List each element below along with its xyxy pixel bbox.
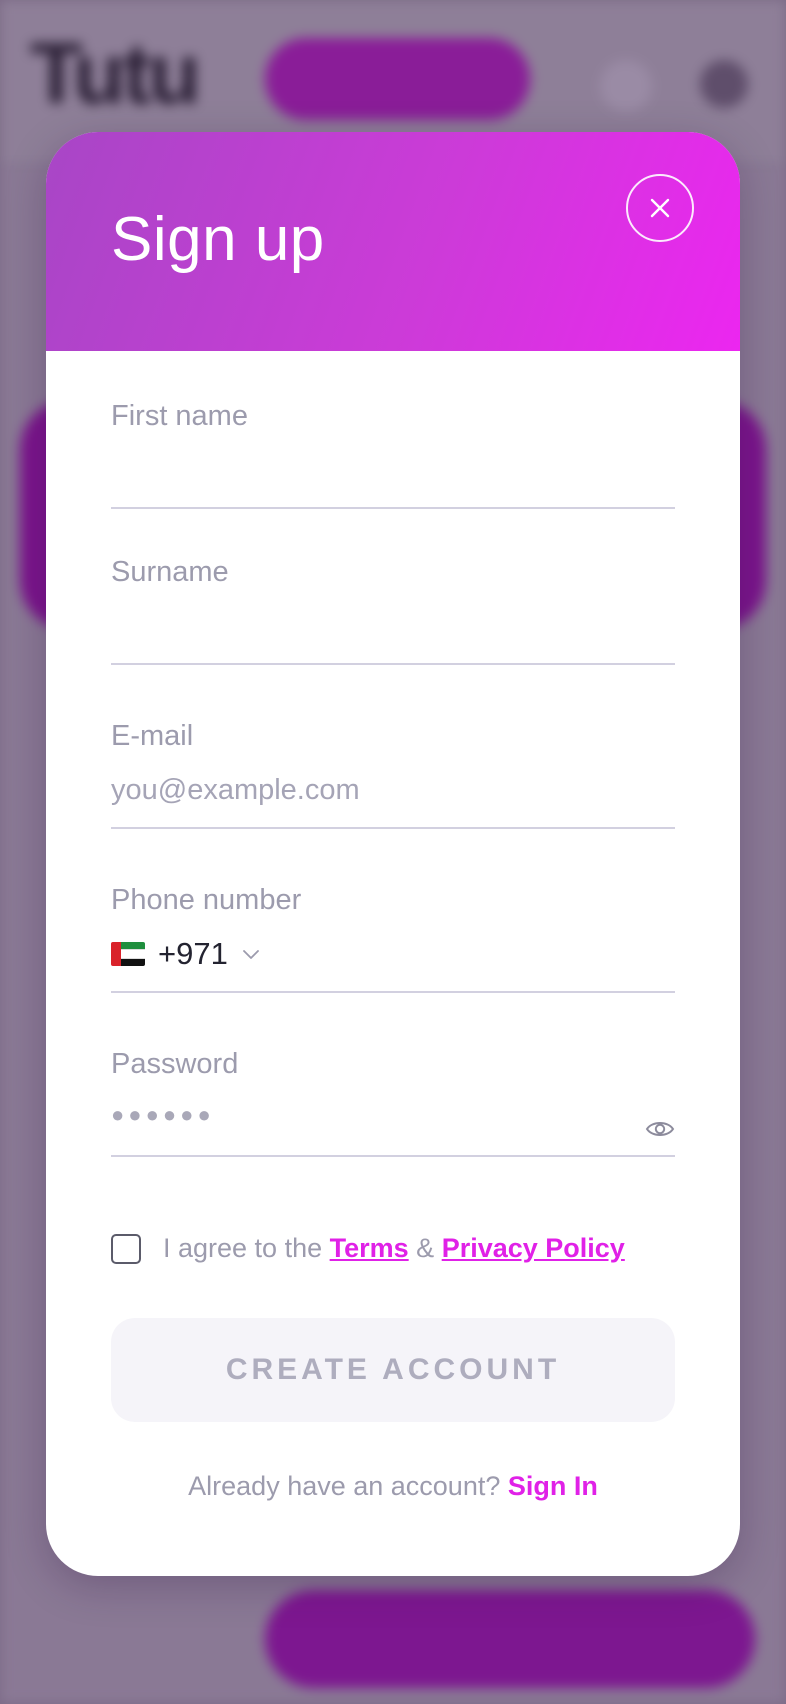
email-field: E-mail <box>111 710 675 829</box>
modal-title: Sign up <box>111 205 325 274</box>
password-label: Password <box>111 1048 239 1080</box>
surname-field: Surname <box>111 546 675 665</box>
surname-label: Surname <box>111 556 229 588</box>
eye-icon[interactable] <box>645 1118 675 1140</box>
first-name-label: First name <box>111 400 248 432</box>
chevron-down-icon[interactable] <box>242 948 260 960</box>
agree-checkbox[interactable] <box>111 1233 141 1264</box>
agreement-row: I agree to the Terms & Privacy Policy <box>111 1233 625 1264</box>
phone-input-row[interactable]: +971 <box>111 934 260 974</box>
privacy-policy-link[interactable]: Privacy Policy <box>442 1233 625 1263</box>
signin-prompt: Already have an account? <box>188 1471 508 1501</box>
email-label: E-mail <box>111 720 194 752</box>
signup-modal: Sign up First name Surname E-mail Phone … <box>46 132 740 1576</box>
uae-flag-icon <box>111 942 145 966</box>
agreement-conjunction: & <box>408 1233 442 1263</box>
background-circle <box>600 60 652 112</box>
phone-field: Phone number +971 <box>111 874 675 993</box>
email-input[interactable] <box>111 770 675 810</box>
agreement-prefix: I agree to the <box>163 1233 330 1263</box>
surname-input[interactable] <box>111 612 675 652</box>
modal-header: Sign up <box>46 132 740 351</box>
phone-label: Phone number <box>111 884 302 916</box>
first-name-field: First name <box>111 390 675 509</box>
background-bottom-button <box>265 1590 755 1688</box>
terms-link[interactable]: Terms <box>330 1233 409 1263</box>
background-circle <box>700 60 748 108</box>
signin-row: Already have an account? Sign In <box>46 1471 740 1502</box>
signin-link[interactable]: Sign In <box>508 1471 598 1501</box>
agreement-text: I agree to the Terms & Privacy Policy <box>163 1233 625 1264</box>
close-button[interactable] <box>626 174 694 242</box>
password-field: Password ●●●●●● <box>111 1038 675 1157</box>
first-name-input[interactable] <box>111 456 675 496</box>
country-code: +971 <box>158 936 228 971</box>
background-pill-button <box>265 38 530 120</box>
background-logo: Tutu <box>30 26 201 122</box>
password-input[interactable]: ●●●●●● <box>111 1102 215 1128</box>
create-account-button[interactable]: CREATE ACCOUNT <box>111 1318 675 1422</box>
close-icon <box>650 198 670 218</box>
